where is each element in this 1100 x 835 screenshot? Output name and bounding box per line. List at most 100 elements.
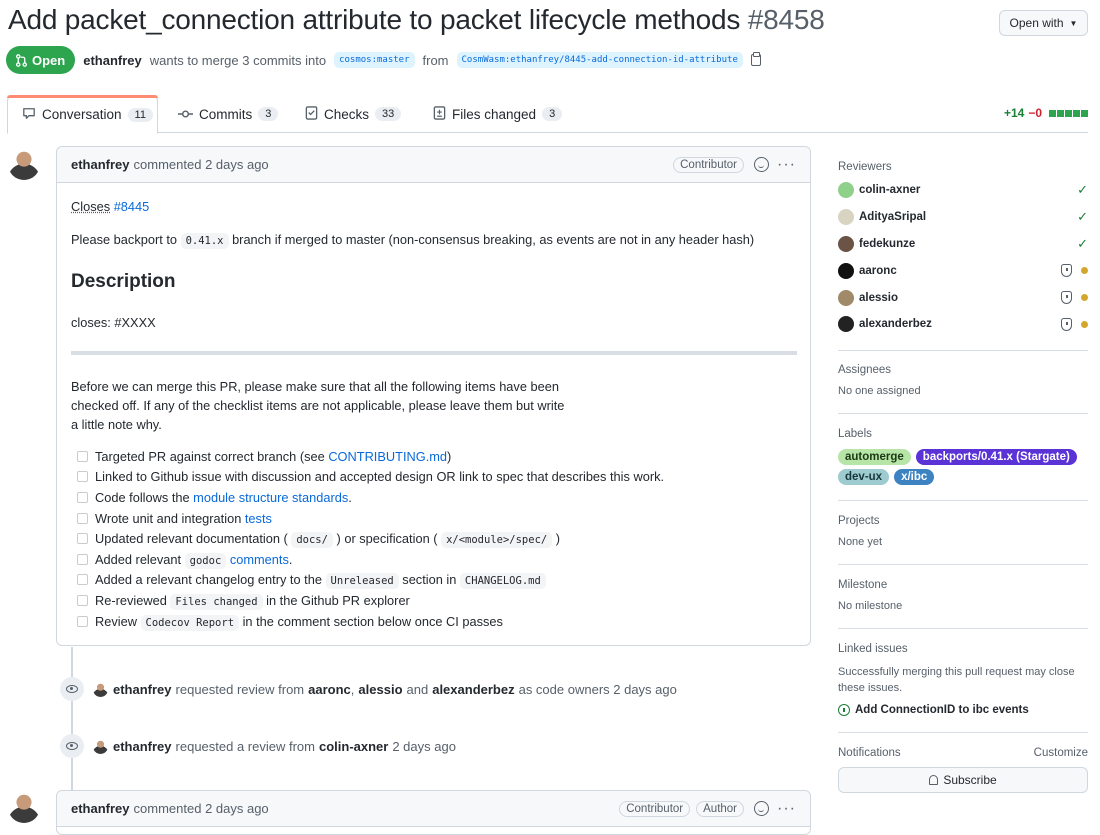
reviewer-link[interactable]: alessio (358, 682, 402, 697)
description-heading: Description (71, 271, 796, 293)
kebab-menu-icon[interactable]: ··· (777, 800, 796, 818)
avatar[interactable] (8, 791, 40, 823)
module-structure-link[interactable]: module structure standards (193, 490, 348, 505)
reviewer-name[interactable]: colin-axner (859, 184, 1077, 196)
task-checkbox[interactable] (77, 554, 88, 565)
tab-label: Files changed (452, 107, 536, 122)
reviewer-name[interactable]: AdityaSripal (859, 211, 1077, 223)
tab-files-changed[interactable]: Files changed 3 (419, 95, 576, 133)
reviewer-item[interactable]: fedekunze ✓ (838, 231, 1088, 258)
linked-issues-title[interactable]: Linked issues (838, 643, 1088, 655)
open-with-button[interactable]: Open with ▼ (999, 10, 1088, 36)
comments-link[interactable]: comments (226, 552, 289, 567)
smiley-icon[interactable] (754, 157, 769, 172)
avatar (838, 209, 854, 225)
check-icon: ✓ (1077, 182, 1088, 198)
reviewer-name[interactable]: aaronc (859, 265, 1061, 277)
avatar (838, 236, 854, 252)
checklist-item: Linked to Github issue with discussion a… (71, 467, 796, 488)
reviewer-link[interactable]: aaronc (308, 682, 351, 697)
check-icon: ✓ (1077, 209, 1088, 225)
tab-commits[interactable]: Commits 3 (164, 95, 292, 133)
avatar[interactable] (8, 148, 40, 180)
contributor-label: Contributor (673, 157, 744, 173)
divider (71, 351, 797, 355)
labels-title[interactable]: Labels (838, 428, 1088, 440)
checklist-item: Re-reviewed Files changed in the Github … (71, 590, 796, 611)
pr-number: #8458 (748, 4, 825, 35)
reviewer-item[interactable]: aaronc (838, 257, 1088, 284)
checklist: Targeted PR against correct branch (see … (71, 446, 796, 631)
reviewer-link[interactable]: colin-axner (319, 739, 388, 754)
diffstat: +14 −0 (1004, 106, 1088, 120)
task-checkbox[interactable] (77, 513, 88, 524)
author-link[interactable]: ethanfrey (83, 53, 142, 68)
task-checkbox[interactable] (77, 595, 88, 606)
shield-icon (1061, 318, 1072, 331)
reviewer-link[interactable]: alexanderbez (432, 682, 514, 697)
commit-icon (178, 107, 193, 122)
checklist-item: Updated relevant documentation ( docs/ )… (71, 528, 796, 549)
reviewer-item[interactable]: alexanderbez (838, 311, 1088, 338)
head-branch[interactable]: CosmWasm:ethanfrey/8445-add-connection-i… (457, 52, 743, 68)
event-actor[interactable]: ethanfrey (113, 739, 172, 754)
contributing-link[interactable]: CONTRIBUTING.md (328, 449, 447, 464)
comment-author[interactable]: ethanfrey (71, 157, 130, 172)
projects-value: None yet (838, 536, 1088, 548)
checklist-item: Review Codecov Report in the comment sec… (71, 611, 796, 632)
task-checkbox[interactable] (77, 471, 88, 482)
event-actor[interactable]: ethanfrey (113, 682, 172, 697)
notifications-section: Notifications Customize Subscribe (838, 733, 1088, 793)
avatar[interactable] (93, 682, 108, 697)
task-checkbox[interactable] (77, 574, 88, 585)
task-checkbox[interactable] (77, 451, 88, 462)
pr-tabs: Conversation 11 Commits 3 Checks 33 File… (7, 95, 1088, 133)
issue-link[interactable]: #8445 (114, 199, 150, 214)
notifications-title: Notifications (838, 747, 901, 759)
pr-description-comment: ethanfrey commented 2 days ago Contribut… (56, 146, 811, 646)
milestone-title[interactable]: Milestone (838, 579, 1088, 591)
pr-meta: Open ethanfrey wants to merge 3 commits … (6, 46, 761, 74)
subscribe-button[interactable]: Subscribe (838, 767, 1088, 793)
avatar[interactable] (93, 739, 108, 754)
reviewer-item[interactable]: AdityaSripal ✓ (838, 204, 1088, 231)
check-icon: ✓ (1077, 236, 1088, 252)
kebab-menu-icon[interactable]: ··· (777, 156, 796, 174)
reviewer-name[interactable]: fedekunze (859, 238, 1077, 250)
tests-link[interactable]: tests (245, 511, 272, 526)
chevron-down-icon: ▼ (1070, 19, 1078, 28)
comment-author[interactable]: ethanfrey (71, 801, 130, 816)
reviewers-title[interactable]: Reviewers (838, 161, 1088, 173)
reviewers-section: Reviewers colin-axner ✓ AdityaSripal ✓ fedek… (838, 150, 1088, 351)
reviewer-item[interactable]: alessio (838, 284, 1088, 311)
smiley-icon[interactable] (754, 801, 769, 816)
assignees-section: Assignees No one assigned (838, 351, 1088, 414)
label-badge[interactable]: x/ibc (894, 469, 934, 485)
base-branch[interactable]: cosmos:master (334, 52, 414, 68)
pending-dot-icon (1081, 321, 1088, 328)
reviewer-name[interactable]: alessio (859, 292, 1061, 304)
tab-label: Checks (324, 107, 369, 122)
label-badge[interactable]: dev-ux (838, 469, 889, 485)
checklist-item: Targeted PR against correct branch (see … (71, 446, 796, 467)
label-badge[interactable]: automerge (838, 449, 911, 465)
task-checkbox[interactable] (77, 492, 88, 503)
reviewer-item[interactable]: colin-axner ✓ (838, 177, 1088, 204)
assignees-value: No one assigned (838, 385, 1088, 397)
customize-link[interactable]: Customize (1034, 747, 1088, 759)
projects-title[interactable]: Projects (838, 515, 1088, 527)
tab-checks[interactable]: Checks 33 (291, 95, 415, 133)
closes-keyword: Closes (71, 199, 110, 214)
linked-issue-title: Add ConnectionID to ibc events (855, 704, 1029, 716)
task-checkbox[interactable] (77, 616, 88, 627)
task-checkbox[interactable] (77, 533, 88, 544)
label-badge[interactable]: backports/0.41.x (Stargate) (916, 449, 1077, 465)
review-request-event: ethanfrey requested review from aaronc, … (60, 677, 677, 701)
copy-icon[interactable] (751, 54, 761, 66)
assignees-title[interactable]: Assignees (838, 364, 1088, 376)
tab-label: Commits (199, 107, 252, 122)
linked-issue[interactable]: Add ConnectionID to ibc events (838, 704, 1088, 716)
comment-timestamp: commented 2 days ago (134, 801, 269, 816)
tab-conversation[interactable]: Conversation 11 (7, 95, 158, 134)
reviewer-name[interactable]: alexanderbez (859, 318, 1061, 330)
